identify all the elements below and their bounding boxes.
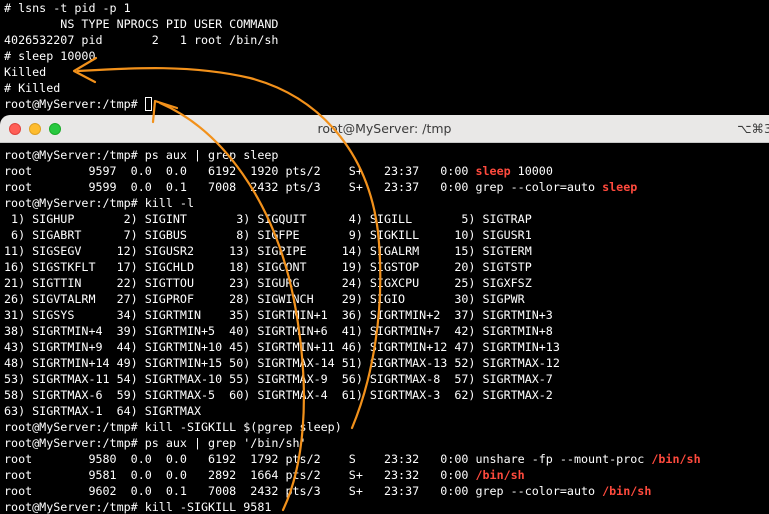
terminal-text: root 9597 0.0 0.0 6192 1920 pts/2 S+ 23:… — [4, 164, 476, 178]
terminal-text: 43) SIGRTMIN+9 44) SIGRTMIN+10 45) SIGRT… — [4, 340, 560, 354]
terminal-text: 21) SIGTTIN 22) SIGTTOU 23) SIGURG 24) S… — [4, 276, 532, 290]
back-terminal-line-text: # Killed — [4, 81, 61, 95]
terminal-line: root 9580 0.0 0.0 6192 1792 pts/2 S 23:3… — [4, 451, 701, 467]
terminal-line: 43) SIGRTMIN+9 44) SIGRTMIN+10 45) SIGRT… — [4, 339, 560, 355]
terminal-text: root@MyServer:/tmp# ps aux | grep '/bin/… — [4, 436, 307, 450]
text-cursor — [144, 97, 152, 111]
terminal-text: 1) SIGHUP 2) SIGINT 3) SIGQUIT 4) SIGILL… — [4, 212, 532, 226]
terminal-line: 16) SIGSTKFLT 17) SIGCHLD 18) SIGCONT 19… — [4, 259, 532, 275]
window-title: root@MyServer: /tmp — [317, 121, 452, 136]
back-terminal-line: # lsns -t pid -p 1 — [4, 0, 131, 16]
terminal-text: root 9602 0.0 0.1 7008 2432 pts/3 S+ 23:… — [4, 484, 603, 498]
terminal-line: 26) SIGVTALRM 27) SIGPROF 28) SIGWINCH 2… — [4, 291, 525, 307]
terminal-text: 48) SIGRTMIN+14 49) SIGRTMIN+15 50) SIGR… — [4, 356, 560, 370]
terminal-text: root 9599 0.0 0.1 7008 2432 pts/3 S+ 23:… — [4, 180, 603, 194]
terminal-line: 11) SIGSEGV 12) SIGUSR2 13) SIGPIPE 14) … — [4, 243, 532, 259]
grep-match: sleep — [475, 164, 511, 178]
back-terminal-line: Killed — [4, 64, 46, 80]
terminal-line: 58) SIGRTMAX-6 59) SIGRTMAX-5 60) SIGRTM… — [4, 387, 553, 403]
terminal-text: 58) SIGRTMAX-6 59) SIGRTMAX-5 60) SIGRTM… — [4, 388, 553, 402]
terminal-text: 38) SIGRTMIN+4 39) SIGRTMIN+5 40) SIGRTM… — [4, 324, 553, 338]
terminal-text: root 9580 0.0 0.0 6192 1792 pts/2 S 23:3… — [4, 452, 652, 466]
terminal-line: root 9599 0.0 0.1 7008 2432 pts/3 S+ 23:… — [4, 179, 637, 195]
back-terminal-line-text: Killed — [4, 65, 47, 79]
front-terminal-window[interactable]: root@MyServer: /tmp ⌥⌘3 root@MyServer:/t… — [0, 115, 769, 514]
terminal-line: root 9597 0.0 0.0 6192 1920 pts/2 S+ 23:… — [4, 163, 553, 179]
terminal-text: 31) SIGSYS 34) SIGRTMIN 35) SIGRTMIN+1 3… — [4, 308, 553, 322]
terminal-line: root@MyServer:/tmp# ps aux | grep sleep — [4, 147, 278, 163]
terminal-line: 31) SIGSYS 34) SIGRTMIN 35) SIGRTMIN+1 3… — [4, 307, 553, 323]
title-bar[interactable]: root@MyServer: /tmp ⌥⌘3 — [0, 115, 769, 143]
terminal-line: 6) SIGABRT 7) SIGBUS 8) SIGFPE 9) SIGKIL… — [4, 227, 532, 243]
back-terminal-line-text: root@MyServer:/tmp# — [4, 97, 145, 111]
back-terminal-line: root@MyServer:/tmp# — [4, 96, 152, 112]
terminal-line: root 9602 0.0 0.1 7008 2432 pts/3 S+ 23:… — [4, 483, 651, 499]
back-terminal-line-text: NS TYPE NPROCS PID USER COMMAND — [4, 17, 279, 31]
back-terminal-line-text: # lsns -t pid -p 1 — [4, 1, 131, 15]
back-terminal-line: 4026532207 pid 2 1 root /bin/sh — [4, 32, 278, 48]
terminal-text: 16) SIGSTKFLT 17) SIGCHLD 18) SIGCONT 19… — [4, 260, 532, 274]
terminal-line: root@MyServer:/tmp# kill -l — [4, 195, 194, 211]
terminal-line: 21) SIGTTIN 22) SIGTTOU 23) SIGURG 24) S… — [4, 275, 532, 291]
terminal-text: root@MyServer:/tmp# kill -SIGKILL 9581 — [4, 500, 272, 514]
terminal-line: root@MyServer:/tmp# kill -SIGKILL 9581 — [4, 499, 271, 514]
back-terminal-line-text: 4026532207 pid 2 1 root /bin/sh — [4, 33, 279, 47]
terminal-text: root@MyServer:/tmp# ps aux | grep sleep — [4, 148, 279, 162]
grep-match: /bin/sh — [651, 452, 701, 466]
terminal-text: 11) SIGSEGV 12) SIGUSR2 13) SIGPIPE 14) … — [4, 244, 532, 258]
grep-match: /bin/sh — [475, 468, 525, 482]
terminal-text: 53) SIGRTMAX-11 54) SIGRTMAX-10 55) SIGR… — [4, 372, 553, 386]
terminal-line: 1) SIGHUP 2) SIGINT 3) SIGQUIT 4) SIGILL… — [4, 211, 532, 227]
terminal-line: root 9581 0.0 0.0 2892 1664 pts/2 S+ 23:… — [4, 467, 525, 483]
back-terminal-line: # Killed — [4, 80, 60, 96]
grep-match: sleep — [602, 180, 638, 194]
terminal-line: root@MyServer:/tmp# ps aux | grep '/bin/… — [4, 435, 307, 451]
terminal-line: 63) SIGRTMAX-1 64) SIGRTMAX — [4, 403, 201, 419]
terminal-text: root 9581 0.0 0.0 2892 1664 pts/2 S+ 23:… — [4, 468, 476, 482]
terminal-text: root@MyServer:/tmp# kill -l — [4, 196, 194, 210]
terminal-text: 26) SIGVTALRM 27) SIGPROF 28) SIGWINCH 2… — [4, 292, 525, 306]
window-shortcut: ⌥⌘3 — [737, 121, 769, 136]
back-terminal-line: NS TYPE NPROCS PID USER COMMAND — [4, 16, 278, 32]
terminal-line: 38) SIGRTMIN+4 39) SIGRTMIN+5 40) SIGRTM… — [4, 323, 553, 339]
terminal-text: root@MyServer:/tmp# kill -SIGKILL $(pgre… — [4, 420, 342, 434]
grep-match: /bin/sh — [602, 484, 652, 498]
terminal-text: 10000 — [510, 164, 553, 178]
terminal-text: 6) SIGABRT 7) SIGBUS 8) SIGFPE 9) SIGKIL… — [4, 228, 532, 242]
terminal-line: root@MyServer:/tmp# kill -SIGKILL $(pgre… — [4, 419, 342, 435]
back-terminal-line-text: # sleep 10000 — [4, 49, 96, 63]
terminal-text: 63) SIGRTMAX-1 64) SIGRTMAX — [4, 404, 202, 418]
terminal-line: 48) SIGRTMIN+14 49) SIGRTMIN+15 50) SIGR… — [4, 355, 560, 371]
terminal-line: 53) SIGRTMAX-11 54) SIGRTMAX-10 55) SIGR… — [4, 371, 553, 387]
back-terminal-line: # sleep 10000 — [4, 48, 95, 64]
